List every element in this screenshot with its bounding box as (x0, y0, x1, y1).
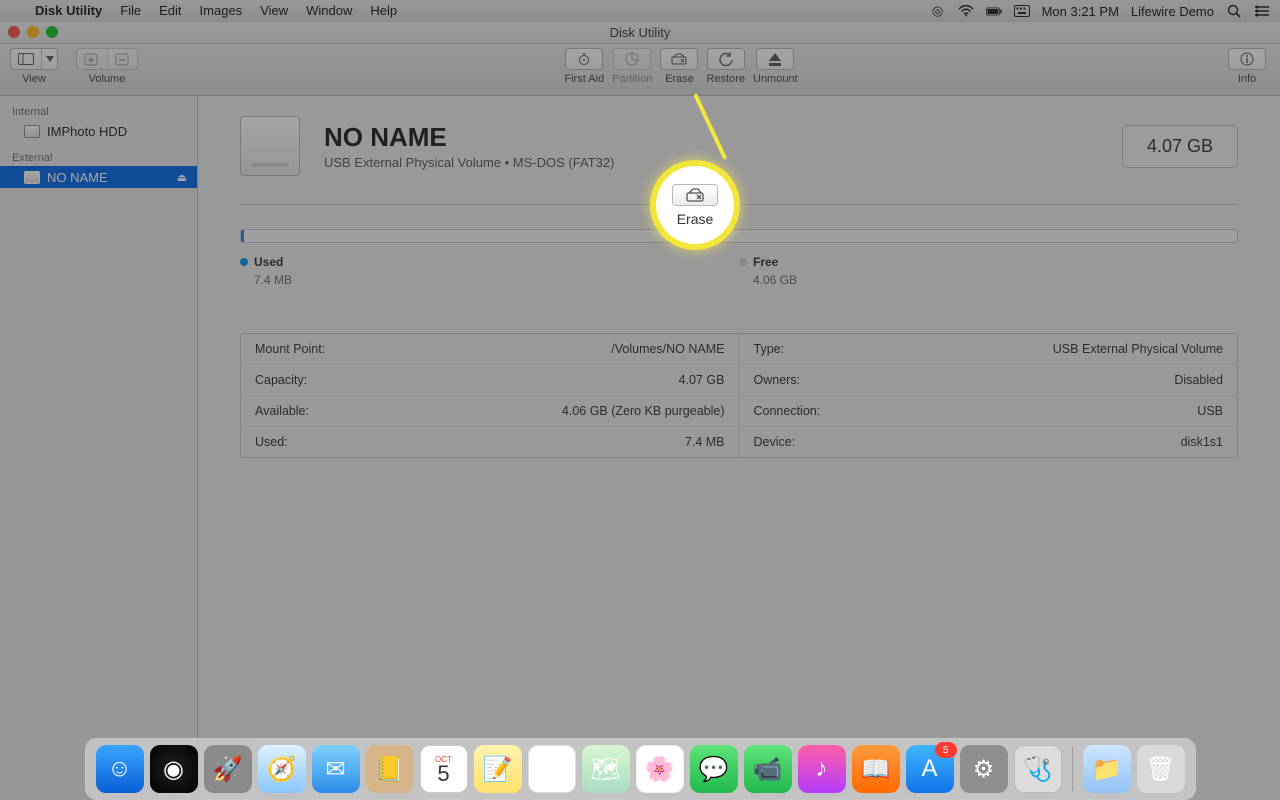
dock-siri[interactable]: ◉ (150, 745, 198, 793)
volume-size-badge: 4.07 GB (1122, 125, 1238, 168)
hdd-icon (24, 125, 40, 138)
partition-label: Partition (612, 73, 652, 85)
window-title: Disk Utility (610, 25, 671, 40)
disk-utility-window: Disk Utility View Volume (0, 22, 1280, 800)
dock-trash[interactable]: 🗑 (1137, 745, 1185, 793)
sidebar-item-external-0[interactable]: NO NAME ⏏ (0, 166, 197, 188)
table-row: Available:4.06 GB (Zero KB purgeable) (241, 396, 739, 427)
menu-view[interactable]: View (251, 0, 297, 22)
first-aid-label: First Aid (564, 73, 604, 85)
window-zoom-button[interactable] (46, 26, 58, 38)
dock-launchpad[interactable]: 🚀 (204, 745, 252, 793)
dock-finder[interactable]: ☺ (96, 745, 144, 793)
table-row: Mount Point:/Volumes/NO NAME (241, 334, 739, 365)
dock-calendar[interactable]: OCT 5 (420, 745, 468, 793)
dock-appstore[interactable]: A (906, 745, 954, 793)
dock-photos[interactable]: 🌸 (636, 745, 684, 793)
menu-help[interactable]: Help (361, 0, 406, 22)
info-label: Info (1238, 73, 1256, 85)
dock-notes[interactable]: 📝 (474, 745, 522, 793)
volume-remove-button[interactable] (107, 49, 137, 69)
calendar-day: 5 (437, 764, 449, 784)
volume-info-table: Mount Point:/Volumes/NO NAME Capacity:4.… (240, 333, 1238, 458)
volume-subtitle: USB External Physical Volume • MS-DOS (F… (324, 155, 614, 170)
erase-callout: Erase (650, 160, 740, 250)
menu-window[interactable]: Window (297, 0, 361, 22)
usage-bar (240, 229, 1238, 243)
table-row: Owners:Disabled (740, 365, 1238, 396)
dock-reminders[interactable]: ✓ (528, 745, 576, 793)
volume-label: Volume (89, 73, 126, 85)
free-label: Free (753, 255, 778, 269)
dock-contacts[interactable]: 📒 (366, 745, 414, 793)
app-menu[interactable]: Disk Utility (26, 0, 111, 22)
volume-icon (240, 116, 300, 176)
view-sidebar-button[interactable] (10, 48, 58, 70)
external-disk-icon (24, 171, 40, 184)
dock-separator (1072, 747, 1073, 791)
toolbar: View Volume First Aid (0, 44, 1280, 96)
sidebar-item-internal-0[interactable]: IMPhoto HDD (0, 120, 197, 142)
battery-icon[interactable] (986, 3, 1002, 19)
unmount-button[interactable] (756, 48, 794, 70)
dock-ibooks[interactable]: 📖 (852, 745, 900, 793)
menubar-clock[interactable]: Mon 3:21 PM (1042, 4, 1119, 19)
erase-button[interactable] (660, 48, 698, 70)
dock-messages[interactable]: 💬 (690, 745, 738, 793)
dock-downloads[interactable]: 📁 (1083, 745, 1131, 793)
dock: ☺ ◉ 🚀 🧭 ✉ 📒 OCT 5 📝 ✓ 🗺 🌸 💬 📹 ♪ 📖 A ⚙ 🩺 … (0, 726, 1280, 800)
menubar: Disk Utility File Edit Images View Windo… (0, 0, 1280, 22)
info-button[interactable] (1228, 48, 1266, 70)
table-row: Capacity:4.07 GB (241, 365, 739, 396)
table-row: Used:7.4 MB (241, 427, 739, 457)
dock-disk-utility[interactable]: 🩺 (1014, 745, 1062, 793)
notification-center-icon[interactable] (1254, 3, 1270, 19)
erase-label: Erase (665, 73, 694, 85)
unmount-label: Unmount (753, 73, 798, 85)
used-dot-icon (240, 258, 248, 266)
dock-mail[interactable]: ✉ (312, 745, 360, 793)
table-row: Type:USB External Physical Volume (740, 334, 1238, 365)
eject-icon[interactable]: ⏏ (177, 171, 187, 184)
dock-itunes[interactable]: ♪ (798, 745, 846, 793)
menu-file[interactable]: File (111, 0, 150, 22)
dock-safari[interactable]: 🧭 (258, 745, 306, 793)
dock-system-preferences[interactable]: ⚙ (960, 745, 1008, 793)
sidebar-item-label: NO NAME (47, 170, 108, 185)
free-dot-icon (739, 258, 747, 266)
volume-add-button[interactable] (77, 49, 107, 69)
spotlight-icon[interactable] (1226, 3, 1242, 19)
table-row: Device:disk1s1 (740, 427, 1238, 457)
used-value: 7.4 MB (254, 273, 739, 287)
keyboard-input-icon[interactable] (1014, 3, 1030, 19)
sidebar-header-external: External (0, 148, 197, 166)
first-aid-button[interactable] (565, 48, 603, 70)
volume-title: NO NAME (324, 122, 614, 153)
restore-button[interactable] (707, 48, 745, 70)
menubar-user[interactable]: Lifewire Demo (1131, 4, 1214, 19)
free-value: 4.06 GB (753, 273, 1238, 287)
creative-cloud-icon[interactable]: ◎ (930, 3, 946, 19)
callout-label: Erase (677, 211, 714, 227)
menu-edit[interactable]: Edit (150, 0, 190, 22)
menu-images[interactable]: Images (191, 0, 252, 22)
table-row: Connection:USB (740, 396, 1238, 427)
window-close-button[interactable] (8, 26, 20, 38)
window-minimize-button[interactable] (27, 26, 39, 38)
sidebar-header-internal: Internal (0, 102, 197, 120)
partition-button (613, 48, 651, 70)
callout-erase-icon (672, 184, 718, 206)
dock-facetime[interactable]: 📹 (744, 745, 792, 793)
window-titlebar: Disk Utility (0, 22, 1280, 44)
sidebar-item-label: IMPhoto HDD (47, 124, 127, 139)
view-label: View (22, 73, 46, 85)
wifi-icon[interactable] (958, 3, 974, 19)
dock-maps[interactable]: 🗺 (582, 745, 630, 793)
restore-label: Restore (706, 73, 745, 85)
used-label: Used (254, 255, 283, 269)
sidebar: Internal IMPhoto HDD External NO NAME ⏏ (0, 96, 198, 800)
